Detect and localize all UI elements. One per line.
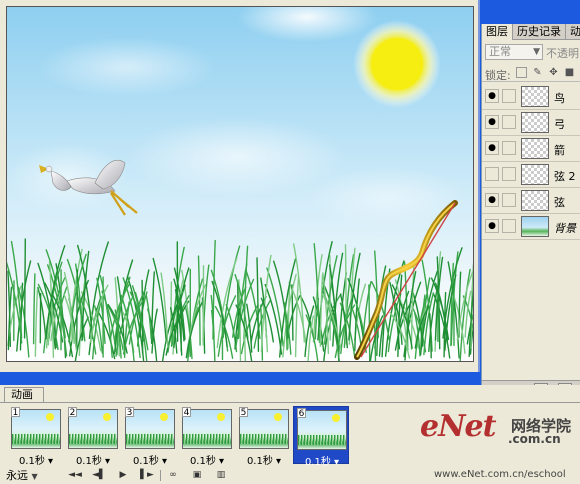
chevron-down-icon: ▾ <box>162 456 168 467</box>
layer-thumbnail <box>521 216 549 237</box>
frame-delay[interactable]: 0.1秒 ▾ <box>236 452 292 467</box>
frame-delay[interactable]: 0.1秒 ▾ <box>122 452 178 467</box>
layer-name: 背景 <box>554 222 576 235</box>
layers-panel-tabs: 图层 历史记录 动 <box>482 24 580 40</box>
chevron-down-icon: ▼ <box>31 472 38 481</box>
layer-thumbnail <box>521 86 549 107</box>
layer-row[interactable]: ● 弓 <box>482 110 580 136</box>
eye-icon[interactable]: ● <box>485 193 499 207</box>
document-window <box>0 0 480 372</box>
layer-row[interactable]: 弦 2 <box>482 162 580 188</box>
layer-thumbnail <box>521 112 549 133</box>
frame-number: 2 <box>68 407 77 418</box>
lock-label: 锁定: <box>485 69 511 82</box>
blend-row: 正常 ▼ 不透明 <box>482 42 580 62</box>
grass-blade <box>180 294 182 352</box>
chevron-down-icon: ▾ <box>219 456 225 467</box>
eye-hidden-box[interactable] <box>485 167 499 181</box>
link-box[interactable] <box>502 141 516 155</box>
chevron-down-icon: ▼ <box>533 47 540 57</box>
link-box[interactable] <box>502 89 516 103</box>
watermark-domain: .com.cn <box>508 432 561 446</box>
animation-frame[interactable]: 2 0.1秒 ▾ <box>65 406 121 467</box>
duplicate-frame-icon[interactable]: ▣ <box>188 469 206 482</box>
frame-delay[interactable]: 0.1秒 ▾ <box>294 453 350 468</box>
animation-frame[interactable]: 1 0.1秒 ▾ <box>8 406 64 467</box>
loop-value: 永远 <box>6 469 28 482</box>
opacity-label: 不透明 <box>546 47 579 60</box>
frame-delay-value: 0.1秒 <box>18 456 45 467</box>
chevron-down-icon: ▾ <box>105 456 111 467</box>
layer-thumbnail <box>521 138 549 159</box>
tab-history[interactable]: 历史记录 <box>513 24 566 40</box>
grass-blade <box>76 269 78 351</box>
lock-brush-icon[interactable]: ✎ <box>532 67 543 78</box>
layer-row[interactable]: ● 弦 <box>482 188 580 214</box>
frame-delay-value: 0.1秒 <box>132 456 159 467</box>
next-frame-icon[interactable]: ▌► <box>138 469 156 482</box>
frame-number: 1 <box>11 407 20 418</box>
watermark-url: www.eNet.com.cn/eschool <box>434 469 566 480</box>
play-icon[interactable]: ▶ <box>114 469 132 482</box>
tab-animation[interactable]: 动画 <box>4 387 44 403</box>
chevron-down-icon: ▾ <box>334 457 340 468</box>
tab-actions[interactable]: 动 <box>566 24 580 40</box>
link-box[interactable] <box>502 219 516 233</box>
lock-move-icon[interactable]: ✥ <box>548 67 559 78</box>
frame-number: 5 <box>239 407 248 418</box>
frame-delay-value: 0.1秒 <box>75 456 102 467</box>
frame-number: 6 <box>297 408 306 419</box>
layer-name: 鸟 <box>554 92 565 105</box>
image-canvas[interactable] <box>6 6 474 362</box>
link-box[interactable] <box>502 167 516 181</box>
tween-icon[interactable]: ∞ <box>164 469 182 482</box>
previous-frame-icon[interactable]: ◄▌ <box>90 469 108 482</box>
layer-name: 弦 2 <box>554 170 576 183</box>
frame-delay-value: 0.1秒 <box>246 456 273 467</box>
trash-icon[interactable]: ▥ <box>212 469 230 482</box>
layer-thumbnail <box>521 190 549 211</box>
layer-row-background[interactable]: ● 背景 <box>482 214 580 240</box>
layer-row[interactable]: ● 箭 <box>482 136 580 162</box>
blend-mode-value: 正常 <box>489 45 511 58</box>
layer-name: 弓 <box>554 118 565 131</box>
eye-icon[interactable]: ● <box>485 115 499 129</box>
frame-number: 4 <box>182 407 191 418</box>
watermark-logo: eNet <box>420 409 496 444</box>
frame-delay-value: 0.1秒 <box>304 457 331 468</box>
layer-thumbnail <box>521 164 549 185</box>
layer-name: 弦 <box>554 196 565 209</box>
link-box[interactable] <box>502 115 516 129</box>
first-frame-icon[interactable]: ◄◄ <box>66 469 84 482</box>
lock-all-icon[interactable]: ■ <box>564 67 575 78</box>
animation-frame[interactable]: 5 0.1秒 ▾ <box>236 406 292 467</box>
animation-frame-selected[interactable]: 6 0.1秒 ▾ <box>293 406 349 468</box>
divider <box>0 402 580 403</box>
eye-icon[interactable]: ● <box>485 89 499 103</box>
tab-layers[interactable]: 图层 <box>482 24 513 40</box>
chevron-down-icon: ▾ <box>276 456 282 467</box>
eye-icon[interactable]: ● <box>485 219 499 233</box>
grass-blade <box>23 238 26 339</box>
frame-delay-value: 0.1秒 <box>189 456 216 467</box>
watermark: eNet 网络学院 .com.cn www.eNet.com.cn/eschoo… <box>408 405 580 484</box>
eye-icon[interactable]: ● <box>485 141 499 155</box>
lock-row: 锁定: ✎ ✥ ■ <box>482 64 580 82</box>
loop-select[interactable]: 永远 ▼ <box>6 469 58 483</box>
animation-frame[interactable]: 3 0.1秒 ▾ <box>122 406 178 467</box>
lock-transparency-icon[interactable] <box>516 67 527 78</box>
frame-delay[interactable]: 0.1秒 ▾ <box>179 452 235 467</box>
link-box[interactable] <box>502 193 516 207</box>
divider <box>160 470 161 481</box>
layer-name: 箭 <box>554 144 565 157</box>
layers-panel: 图层 历史记录 动 正常 ▼ 不透明 锁定: ✎ ✥ ■ ● 鸟 ● 弓 ● 箭 <box>481 24 580 398</box>
blend-mode-select[interactable]: 正常 ▼ <box>485 44 543 60</box>
frame-number: 3 <box>125 407 134 418</box>
animation-frame[interactable]: 4 0.1秒 ▾ <box>179 406 235 467</box>
grass-blade <box>141 279 144 354</box>
chevron-down-icon: ▾ <box>48 456 54 467</box>
frame-delay[interactable]: 0.1秒 ▾ <box>65 452 121 467</box>
frame-delay[interactable]: 0.1秒 ▾ <box>8 452 64 467</box>
layer-row[interactable]: ● 鸟 <box>482 84 580 110</box>
